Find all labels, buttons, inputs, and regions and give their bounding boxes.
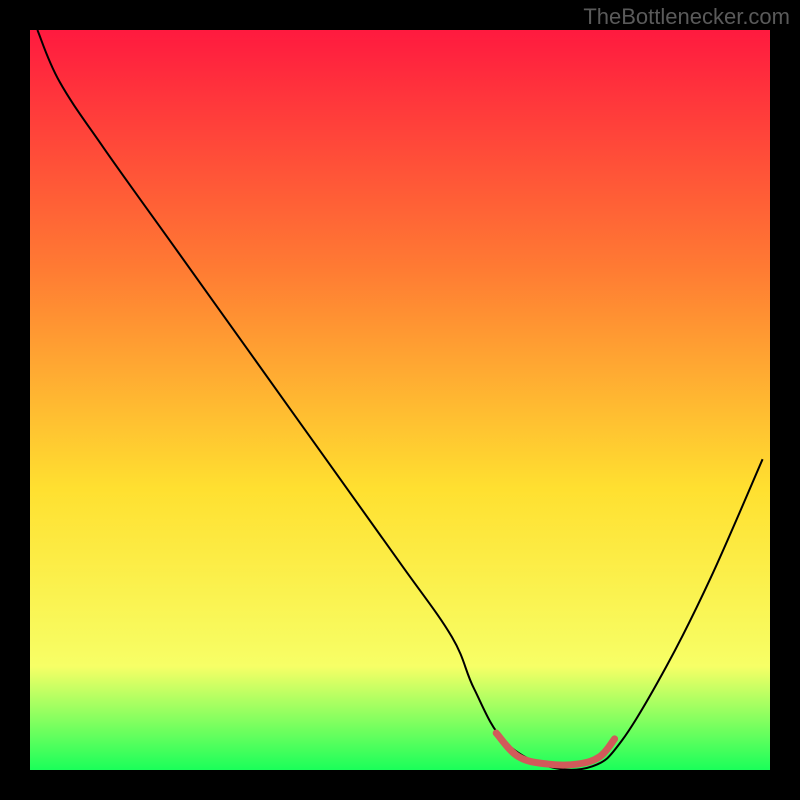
gradient-background — [30, 30, 770, 770]
plot-frame — [30, 30, 770, 770]
attribution-text: TheBottlenecker.com — [583, 4, 790, 30]
bottleneck-chart — [30, 30, 770, 770]
chart-container: TheBottlenecker.com — [0, 0, 800, 800]
